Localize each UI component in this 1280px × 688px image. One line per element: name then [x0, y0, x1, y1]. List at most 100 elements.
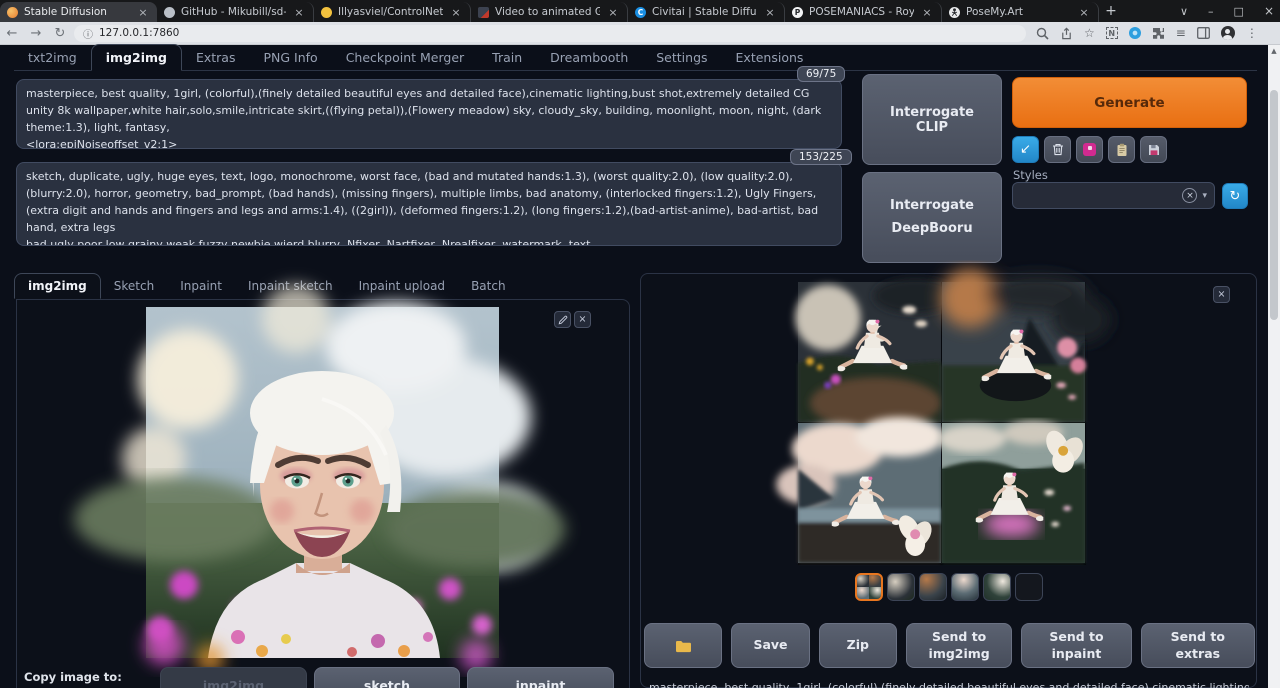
- tab-close-icon[interactable]: ×: [449, 6, 463, 19]
- subtab-inpaint[interactable]: Inpaint: [167, 274, 235, 298]
- styles-clear-icon[interactable]: ×: [1182, 188, 1197, 203]
- bookmark-star-icon[interactable]: ☆: [1084, 26, 1095, 40]
- tab-png-info[interactable]: PNG Info: [249, 45, 331, 70]
- reload-button[interactable]: ↻: [48, 26, 72, 41]
- clear-prompt-button[interactable]: [1044, 136, 1071, 163]
- subtab-sketch[interactable]: Sketch: [101, 274, 167, 298]
- zoom-icon[interactable]: [1036, 27, 1049, 40]
- edit-image-button[interactable]: [554, 311, 571, 328]
- tab-extras[interactable]: Extras: [182, 45, 250, 70]
- save-style-button[interactable]: [1140, 136, 1167, 163]
- tab-close-icon[interactable]: ×: [136, 6, 150, 19]
- send-to-img2img-button[interactable]: Send to img2img: [906, 623, 1012, 668]
- subtab-img2img[interactable]: img2img: [14, 273, 101, 299]
- refresh-icon: ↻: [1230, 189, 1241, 204]
- output-gallery-panel: × Save Zip Send to img2img Send to inpai…: [640, 273, 1257, 688]
- thumbnail-grid-selected[interactable]: [855, 573, 883, 601]
- share-icon[interactable]: [1060, 27, 1073, 40]
- tab-search-icon[interactable]: ∨: [1180, 5, 1188, 18]
- styles-dropdown[interactable]: × ▾: [1012, 182, 1215, 209]
- page-scrollbar[interactable]: ▲: [1268, 45, 1280, 688]
- thumbnail-2[interactable]: [887, 573, 915, 601]
- copy-to-sketch-button[interactable]: sketch: [314, 667, 460, 688]
- scrollbar-thumb[interactable]: [1270, 90, 1278, 320]
- interrogate-deepbooru-button[interactable]: Interrogate DeepBooru: [862, 172, 1002, 263]
- posemaniacs-favicon: P: [792, 7, 803, 18]
- generation-info-text: masterpiece, best quality, 1girl, (color…: [649, 681, 1249, 688]
- reading-list-icon[interactable]: ≡: [1176, 26, 1186, 40]
- send-to-extras-button[interactable]: Send to extras: [1141, 623, 1255, 668]
- stable-diffusion-webui: txt2img img2img Extras PNG Info Checkpoi…: [0, 45, 1268, 688]
- site-info-icon[interactable]: ⓘ: [83, 26, 93, 41]
- browser-tab-posemyart[interactable]: PoseMy.Art ×: [942, 2, 1099, 22]
- thumbnail-6[interactable]: [1015, 573, 1043, 601]
- subtab-batch[interactable]: Batch: [458, 274, 519, 298]
- tab-train[interactable]: Train: [478, 45, 536, 70]
- browser-menu-icon[interactable]: ⋮: [1246, 26, 1258, 40]
- apply-styles-button[interactable]: [1108, 136, 1135, 163]
- open-folder-button[interactable]: [644, 623, 722, 668]
- browser-tab-stable-diffusion[interactable]: Stable Diffusion ×: [0, 2, 157, 22]
- browser-tab-civitai[interactable]: C Civitai | Stable Diffusion model ×: [628, 2, 785, 22]
- tab-close-icon[interactable]: ×: [292, 6, 306, 19]
- screen: Stable Diffusion × GitHub - Mikubill/sd-…: [0, 0, 1280, 688]
- source-image-panel: ×: [16, 299, 630, 688]
- tab-settings[interactable]: Settings: [642, 45, 721, 70]
- gallery-image-3[interactable]: [798, 423, 941, 563]
- refresh-styles-button[interactable]: ↻: [1222, 183, 1248, 209]
- tab-close-icon[interactable]: ×: [920, 6, 934, 19]
- window-maximize-button[interactable]: □: [1234, 5, 1244, 18]
- address-bar[interactable]: ⓘ 127.0.0.1:7860: [74, 25, 1026, 42]
- browser-tab-gif-converter[interactable]: Video to animated GIF converter ×: [471, 2, 628, 22]
- thumbnail-5[interactable]: [983, 573, 1011, 601]
- pencil-icon: [558, 315, 568, 325]
- extensions-puzzle-icon[interactable]: [1152, 27, 1165, 40]
- new-tab-button[interactable]: +: [1099, 2, 1123, 22]
- paste-parameters-button[interactable]: ↙: [1012, 136, 1039, 163]
- tab-img2img[interactable]: img2img: [91, 44, 182, 71]
- send-to-inpaint-button[interactable]: Send to inpaint: [1021, 623, 1131, 668]
- scrollbar-up-arrow[interactable]: ▲: [1268, 47, 1280, 55]
- gallery-thumbnails: [641, 573, 1256, 601]
- tab-close-icon[interactable]: ×: [1077, 6, 1091, 19]
- extension-n-icon[interactable]: N: [1106, 27, 1118, 39]
- back-button[interactable]: ←: [0, 26, 24, 41]
- gallery-close-button[interactable]: ×: [1213, 286, 1230, 303]
- stable-diffusion-favicon: [7, 7, 18, 18]
- tab-checkpoint-merger[interactable]: Checkpoint Merger: [332, 45, 478, 70]
- generate-button[interactable]: Generate: [1012, 77, 1247, 128]
- tab-txt2img[interactable]: txt2img: [14, 45, 91, 70]
- browser-tabstrip: Stable Diffusion × GitHub - Mikubill/sd-…: [0, 0, 1280, 22]
- tab-close-icon[interactable]: ×: [606, 6, 620, 19]
- tab-close-icon[interactable]: ×: [763, 6, 777, 19]
- gallery-image-1[interactable]: [798, 282, 941, 422]
- thumbnail-3[interactable]: [919, 573, 947, 601]
- save-button[interactable]: Save: [731, 623, 809, 668]
- browser-tab-controlnet[interactable]: Illyasviel/ControlNet at main ×: [314, 2, 471, 22]
- browser-tab-posemaniacs[interactable]: P POSEMANIACS - Royalty free 3 ×: [785, 2, 942, 22]
- gallery-image-2[interactable]: [942, 282, 1085, 422]
- copy-to-inpaint-button[interactable]: inpaint: [467, 667, 614, 688]
- remove-image-button[interactable]: ×: [574, 311, 591, 328]
- interrogate-clip-button[interactable]: Interrogate CLIP: [862, 74, 1002, 165]
- gallery-image-4[interactable]: [942, 423, 1085, 563]
- extension-blue-icon[interactable]: [1129, 27, 1141, 39]
- profile-avatar[interactable]: [1221, 26, 1235, 40]
- thumbnail-4[interactable]: [951, 573, 979, 601]
- window-close-button[interactable]: ×: [1264, 4, 1274, 18]
- prompt-tools: ↙: [1012, 136, 1167, 163]
- side-panel-icon[interactable]: [1197, 27, 1210, 39]
- source-image-portrait[interactable]: [146, 307, 499, 658]
- window-controls: ∨ – □ ×: [1180, 0, 1274, 22]
- prompt-input[interactable]: masterpiece, best quality, 1girl, (color…: [16, 79, 842, 149]
- tab-dreambooth[interactable]: Dreambooth: [536, 45, 642, 70]
- gallery-grid: [798, 282, 1086, 565]
- extra-networks-button[interactable]: [1076, 136, 1103, 163]
- browser-tab-github[interactable]: GitHub - Mikubill/sd-webui-con ×: [157, 2, 314, 22]
- negative-prompt-input[interactable]: sketch, duplicate, ugly, huge eyes, text…: [16, 162, 842, 246]
- github-favicon: [164, 7, 175, 18]
- window-minimize-button[interactable]: –: [1208, 5, 1214, 18]
- subtab-inpaint-upload[interactable]: Inpaint upload: [346, 274, 458, 298]
- forward-button[interactable]: →: [24, 26, 48, 41]
- zip-button[interactable]: Zip: [819, 623, 897, 668]
